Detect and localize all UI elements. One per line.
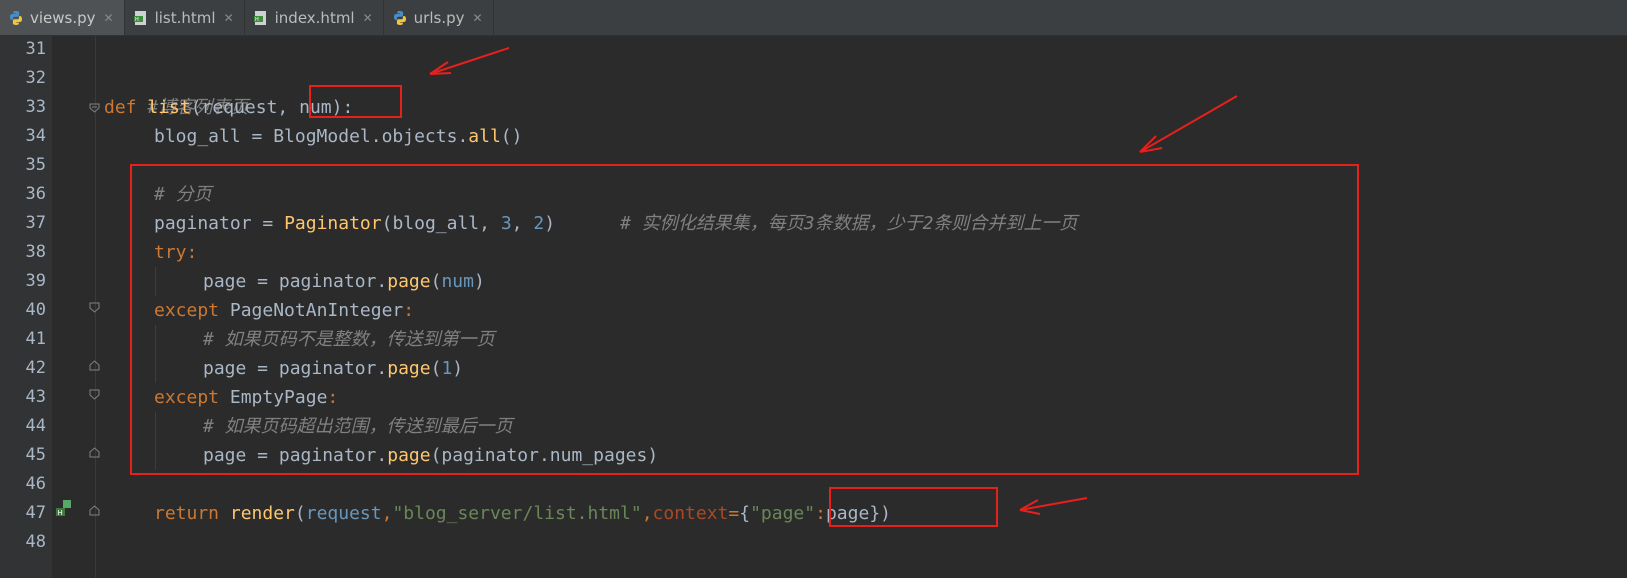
- tab-index-html[interactable]: H index.html ✕: [245, 0, 384, 35]
- code-editor[interactable]: 31 32 33 34 35 36 37 38 39 40 41 42 43 4…: [0, 36, 1627, 578]
- arrow-to-num-param: [429, 47, 510, 75]
- close-icon[interactable]: ✕: [473, 11, 483, 25]
- close-icon[interactable]: ✕: [104, 11, 114, 25]
- close-icon[interactable]: ✕: [224, 11, 234, 25]
- python-file-icon: [392, 10, 408, 26]
- editor-tab-bar: views.py ✕ H list.html ✕ H index.html ✕ …: [0, 0, 1627, 36]
- annotation-arrows: [429, 47, 1238, 515]
- svg-text:H: H: [135, 17, 139, 23]
- tab-label: index.html: [274, 8, 355, 27]
- svg-text:H: H: [255, 17, 259, 23]
- tab-label: urls.py: [413, 8, 465, 27]
- arrow-to-paginator-block: [1139, 95, 1238, 153]
- close-icon[interactable]: ✕: [363, 11, 373, 25]
- tab-urls-py[interactable]: urls.py ✕: [384, 0, 494, 35]
- tab-list-html[interactable]: H list.html ✕: [125, 0, 245, 35]
- python-file-icon: [8, 10, 24, 26]
- tab-views-py[interactable]: views.py ✕: [0, 0, 125, 35]
- html-file-icon: H: [253, 10, 269, 26]
- tab-label: list.html: [154, 8, 216, 27]
- tab-label: views.py: [30, 8, 96, 27]
- html-file-icon: H: [133, 10, 149, 26]
